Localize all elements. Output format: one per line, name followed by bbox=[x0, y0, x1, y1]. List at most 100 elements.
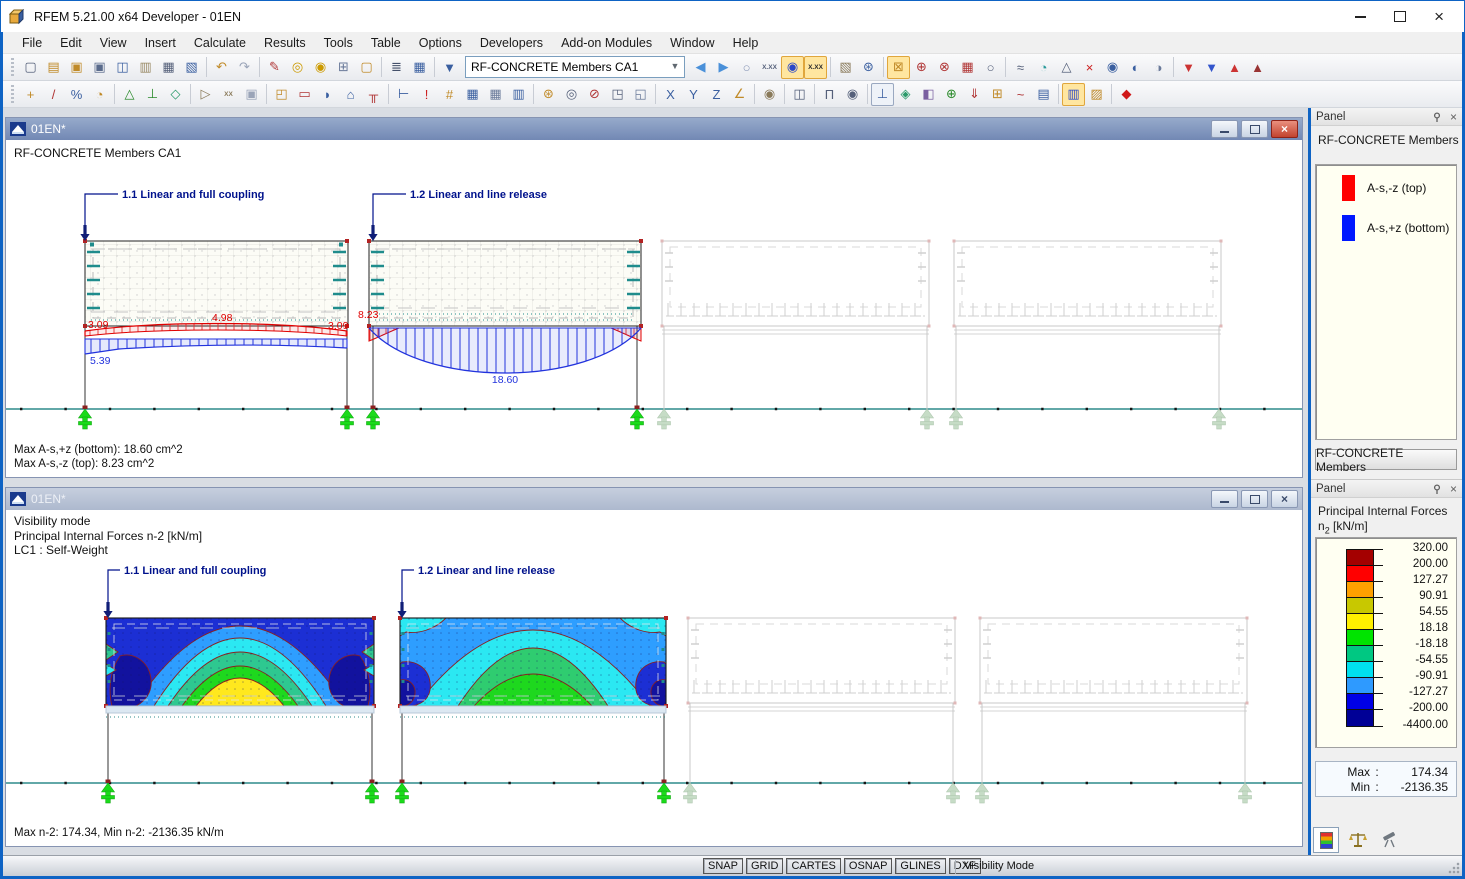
move-copy-icon[interactable]: ⊠ bbox=[887, 56, 910, 79]
menu-item[interactable]: Tools bbox=[315, 34, 362, 52]
show-supports-icon[interactable]: ⊕ bbox=[940, 83, 963, 106]
view-y-icon[interactable]: Y bbox=[682, 83, 705, 106]
window1-minimize-icon[interactable] bbox=[1211, 120, 1238, 138]
goto-module-icon[interactable]: ▼ bbox=[438, 56, 461, 79]
control-panel-icon[interactable]: ▥ bbox=[1062, 83, 1085, 106]
info-object-icon[interactable]: ◉ bbox=[1101, 56, 1124, 79]
window2-restore-icon[interactable] bbox=[1241, 490, 1268, 508]
table-view-icon[interactable]: ≣ bbox=[385, 56, 408, 79]
connect-member-icon[interactable]: ⊢ bbox=[392, 83, 415, 106]
open-folder-icon[interactable]: ▤ bbox=[42, 56, 65, 79]
color-spectrum-icon[interactable]: ◆ bbox=[1115, 83, 1138, 106]
tab-color-scale[interactable] bbox=[1313, 827, 1339, 853]
search-icon[interactable]: ○ bbox=[735, 56, 758, 79]
visibility-eye-icon[interactable]: ◉ bbox=[841, 83, 864, 106]
show-surfaces-icon[interactable]: ◈ bbox=[894, 83, 917, 106]
frame2-wall[interactable] bbox=[367, 239, 643, 328]
nav-forward-icon[interactable]: ▶ bbox=[712, 56, 735, 79]
minimize-icon[interactable] bbox=[1355, 16, 1366, 18]
view-z-icon[interactable]: Z bbox=[705, 83, 728, 106]
shield-tool-icon[interactable]: ⌂ bbox=[339, 83, 362, 106]
partial-view-icon[interactable]: ⊞ bbox=[986, 83, 1009, 106]
menu-item[interactable]: Calculate bbox=[185, 34, 255, 52]
rotate-copy-icon[interactable]: ⊕ bbox=[910, 56, 933, 79]
insert-line-icon[interactable]: / bbox=[42, 83, 65, 106]
import-down-icon[interactable]: ▼ bbox=[1177, 56, 1200, 79]
view-x-icon[interactable]: X bbox=[659, 83, 682, 106]
status-toggle-button[interactable]: OSNAP bbox=[844, 858, 893, 874]
undo-icon[interactable]: ↶ bbox=[210, 56, 233, 79]
menu-item[interactable]: View bbox=[91, 34, 136, 52]
menu-item[interactable]: Insert bbox=[136, 34, 185, 52]
options-window-icon[interactable]: ◐ bbox=[1124, 56, 1147, 79]
new-view-icon[interactable]: ▢ bbox=[355, 56, 378, 79]
show-results-icon[interactable]: ◉ bbox=[781, 56, 804, 79]
close-icon[interactable]: × bbox=[1434, 12, 1444, 22]
window2-canvas[interactable]: Visibility mode Principal Internal Force… bbox=[6, 510, 1302, 846]
print-preview-icon[interactable]: ▧ bbox=[180, 56, 203, 79]
module-gears-icon[interactable]: ◑ bbox=[1147, 56, 1170, 79]
contour-plot-frame2[interactable] bbox=[398, 616, 668, 708]
chevron-down-icon[interactable]: ▼ bbox=[668, 59, 682, 73]
window1-close-icon[interactable]: × bbox=[1271, 120, 1298, 138]
panel1-close-icon[interactable]: × bbox=[1450, 110, 1457, 124]
status-toggle-button[interactable]: SNAP bbox=[703, 858, 743, 874]
maximize-icon[interactable] bbox=[1394, 11, 1406, 22]
window2-title-bar[interactable]: 01EN* × bbox=[6, 488, 1302, 510]
pick-object-icon[interactable]: ⊞ bbox=[332, 56, 355, 79]
window1-restore-icon[interactable] bbox=[1241, 120, 1268, 138]
export-up-icon[interactable]: ▲ bbox=[1223, 56, 1246, 79]
show-loads-icon[interactable]: ⇓ bbox=[963, 83, 986, 106]
export-up2-icon[interactable]: ▲ bbox=[1246, 56, 1269, 79]
menu-item[interactable]: File bbox=[13, 34, 51, 52]
redo-icon[interactable]: ↷ bbox=[233, 56, 256, 79]
new-file-icon[interactable]: ▢ bbox=[19, 56, 42, 79]
select-all-icon[interactable]: ⊛ bbox=[537, 83, 560, 106]
status-toggle-button[interactable]: CARTES bbox=[786, 858, 840, 874]
measure-icon[interactable]: ▧ bbox=[834, 56, 857, 79]
find-object-icon[interactable]: ○ bbox=[979, 56, 1002, 79]
insert-surface-icon[interactable]: ◇ bbox=[164, 83, 187, 106]
drop-tool-icon[interactable]: ◗ bbox=[316, 83, 339, 106]
pin-icon[interactable] bbox=[1433, 484, 1443, 494]
menu-item[interactable]: Table bbox=[362, 34, 410, 52]
support-tool-icon[interactable]: ╥ bbox=[362, 83, 385, 106]
clip-box-icon[interactable]: ◫ bbox=[788, 83, 811, 106]
status-toggle-button[interactable]: GLINES bbox=[895, 858, 945, 874]
edit-dimension-icon[interactable]: XX bbox=[217, 83, 240, 106]
zoom-window-icon[interactable]: ◎ bbox=[560, 83, 583, 106]
toolbar-grip[interactable] bbox=[11, 58, 14, 76]
view-xz-icon[interactable]: ∠ bbox=[728, 83, 751, 106]
menu-item[interactable]: Help bbox=[724, 34, 768, 52]
table-1-icon[interactable]: ▦ bbox=[461, 83, 484, 106]
menu-item[interactable]: Edit bbox=[51, 34, 91, 52]
window2-close-icon[interactable]: × bbox=[1271, 490, 1298, 508]
menu-item[interactable]: Window bbox=[661, 34, 723, 52]
panel2-close-icon[interactable]: × bbox=[1450, 482, 1457, 496]
document-window-1[interactable]: 01EN* × RF-CONCRETE Members CA1 Max A-s,… bbox=[5, 117, 1303, 478]
result-tables-icon[interactable]: ▤ bbox=[1032, 83, 1055, 106]
edit-pencil-icon[interactable]: ✎ bbox=[263, 56, 286, 79]
view-3d-icon[interactable]: ◳ bbox=[606, 83, 629, 106]
module-case-combobox[interactable]: RF-CONCRETE Members CA1 ▼ bbox=[465, 56, 685, 78]
result-values-icon[interactable]: X.XX bbox=[804, 56, 827, 79]
insert-member-icon[interactable]: △ bbox=[118, 83, 141, 106]
display-settings-icon[interactable]: ▨ bbox=[1085, 83, 1108, 106]
panel2-header[interactable]: Panel × bbox=[1311, 480, 1462, 498]
visual-object-icon[interactable]: Π bbox=[818, 83, 841, 106]
table-2-icon[interactable]: ▦ bbox=[484, 83, 507, 106]
mirror-copy-icon[interactable]: ⊗ bbox=[933, 56, 956, 79]
insert-polyline-icon[interactable]: % bbox=[65, 83, 88, 106]
show-axes-icon[interactable]: ⊥ bbox=[871, 83, 894, 106]
table-assign-icon[interactable]: ▦ bbox=[956, 56, 979, 79]
tab-factors[interactable] bbox=[1345, 827, 1371, 853]
corner-tool-icon[interactable]: ◰ bbox=[270, 83, 293, 106]
insert-node-icon[interactable]: + bbox=[19, 83, 42, 106]
zoom-node-icon[interactable]: ◉ bbox=[309, 56, 332, 79]
view-iso-icon[interactable]: ◱ bbox=[629, 83, 652, 106]
save-icon[interactable]: ◫ bbox=[111, 56, 134, 79]
dim-values-icon[interactable]: X.XX bbox=[758, 56, 781, 79]
show-solids-icon[interactable]: ◧ bbox=[917, 83, 940, 106]
resize-grip[interactable] bbox=[1448, 862, 1460, 874]
mirror-plane-icon[interactable]: △ bbox=[1055, 56, 1078, 79]
